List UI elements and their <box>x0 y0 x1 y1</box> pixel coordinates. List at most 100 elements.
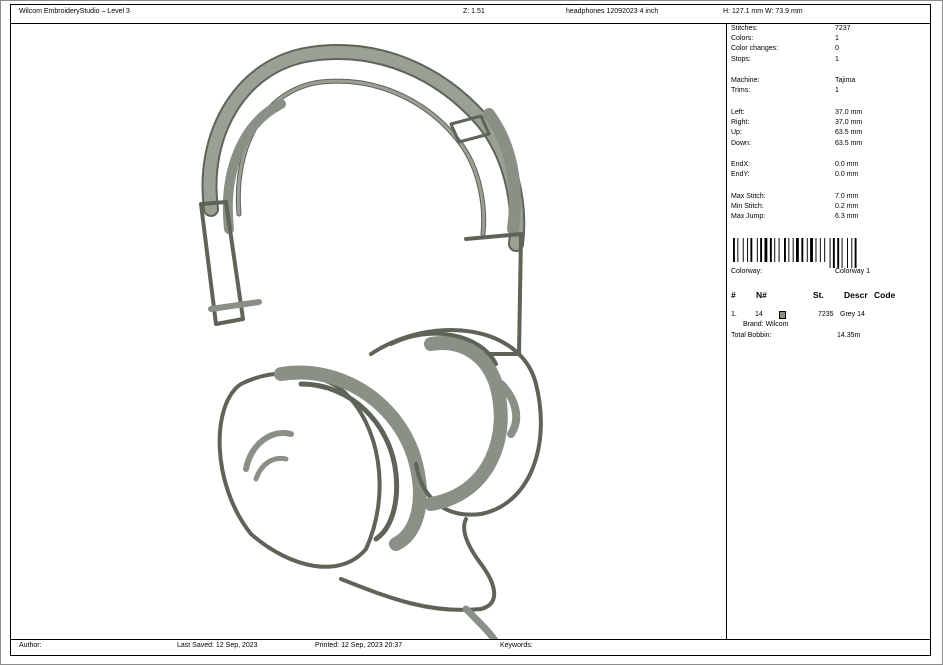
barcode <box>733 238 857 268</box>
left-swirl-2 <box>253 455 289 482</box>
barcode-bar <box>756 238 758 262</box>
info-row: Machine: Tajima <box>731 77 926 87</box>
barcode-bar <box>778 238 780 262</box>
barcode-bar <box>747 238 749 262</box>
info-row-label: Stitches: <box>731 25 758 32</box>
info-row-value: Tajima <box>835 77 856 84</box>
info-row-value: 1 <box>835 87 839 94</box>
color-row-descr: Grey 14 <box>840 311 865 318</box>
info-row-label: Machine: <box>731 77 760 84</box>
footer-printed: Printed: 12 Sep, 2023 20:37 <box>315 642 403 649</box>
info-row: Max Stitch: 7.0 mm <box>731 193 926 203</box>
col-header-stitches: St. <box>813 290 824 300</box>
info-row-value: 0.0 mm <box>835 161 859 168</box>
color-row-index: 1. <box>731 311 737 318</box>
footer-keywords: Keywords: <box>500 642 533 649</box>
barcode-bar <box>750 238 753 262</box>
footer-author: Author: <box>19 642 42 649</box>
info-row-value: 37.0 mm <box>835 119 863 126</box>
headphones-embroidery <box>199 44 543 639</box>
info-row-label: Min Stitch: <box>731 203 764 210</box>
info-row: Right: 37.0 mm <box>731 119 926 129</box>
barcode-bar <box>851 238 853 268</box>
info-row-value: 6.3 mm <box>835 213 859 220</box>
barcode-bar <box>774 238 776 262</box>
info-row-label: Left: <box>731 109 745 116</box>
info-row: Colors: 1 <box>731 35 926 45</box>
info-row-value: 1 <box>835 35 839 42</box>
barcode-bar <box>784 238 786 262</box>
barcode-bar <box>792 238 794 262</box>
design-name: headphones 12092023 4 inch <box>566 8 659 15</box>
design-dimensions: H: 127.1 mm W: 73.9 mm <box>723 8 803 15</box>
color-row-brand: Brand: Wilcom <box>743 321 789 328</box>
total-bobbin-label: Total Bobbin: <box>731 332 772 339</box>
barcode-bar <box>796 238 799 262</box>
col-header-needle: N# <box>756 290 767 300</box>
barcode-bar <box>764 238 768 262</box>
cable-plug <box>462 605 499 639</box>
colorway-value: Colorway 1 <box>835 268 871 275</box>
total-bobbin-value: 14.35m <box>837 332 861 339</box>
color-swatch <box>779 311 786 319</box>
barcode-bar <box>788 238 790 262</box>
zoom-level: Z: 1.51 <box>463 8 485 15</box>
barcode-bar <box>837 238 840 268</box>
info-row-value: 63.5 mm <box>835 129 863 136</box>
col-header-code: Code <box>874 290 896 300</box>
print-preview-sheet: Wilcom EmbroideryStudio – Level 3 Z: 1.5… <box>10 4 931 656</box>
info-row-value: 63.5 mm <box>835 140 863 147</box>
barcode-bar <box>841 238 843 268</box>
info-row-value: 7.0 mm <box>835 193 859 200</box>
pad-band <box>222 99 286 234</box>
info-row: Up: 63.5 mm <box>731 129 926 139</box>
info-row: Min Stitch: 0.2 mm <box>731 203 926 213</box>
design-preview <box>11 24 726 639</box>
barcode-bar <box>769 238 772 262</box>
colorway-label: Colorway: <box>731 268 763 275</box>
barcode-bar <box>760 238 763 262</box>
info-row: EndX: 0.0 mm <box>731 161 926 171</box>
info-row-label: Stops: <box>731 56 751 63</box>
info-row: Trims: 1 <box>731 87 926 97</box>
barcode-bar <box>810 238 813 262</box>
info-row: Stitches: 7237 <box>731 25 926 35</box>
info-row-label: Max Stitch: <box>731 193 766 200</box>
col-header-num: # <box>731 290 736 300</box>
info-row-value: 0 <box>835 45 839 52</box>
barcode-bar <box>819 238 821 262</box>
info-row-value: 0.2 mm <box>835 203 859 210</box>
info-row: EndY: 0.0 mm <box>731 171 926 181</box>
color-row-stitches: 7235 <box>818 311 834 318</box>
info-row-value: 1 <box>835 56 839 63</box>
info-row-label: EndX: <box>731 161 751 168</box>
info-row-label: Color changes: <box>731 45 779 52</box>
color-row-needle: 14 <box>755 311 763 318</box>
barcode-bar <box>733 238 735 262</box>
barcode-bar <box>847 238 848 268</box>
info-row-label: Max Jump: <box>731 213 766 220</box>
barcode-bar <box>824 238 826 262</box>
barcode-bar <box>801 238 804 262</box>
barcode-bar <box>737 238 739 262</box>
info-row-label: Down: <box>731 140 751 147</box>
info-row-value: 37.0 mm <box>835 109 863 116</box>
info-row: Down: 63.5 mm <box>731 140 926 150</box>
info-row-label: Up: <box>731 129 742 136</box>
barcode-bar <box>854 238 857 268</box>
barcode-bar <box>742 238 744 262</box>
right-earcup-rim <box>424 336 508 511</box>
info-row-label: Trims: <box>731 87 751 94</box>
barcode-bar <box>806 238 808 262</box>
col-header-descr: Descr <box>844 290 868 300</box>
info-row: Left: 37.0 mm <box>731 109 926 119</box>
info-row: Color changes: 0 <box>731 45 926 55</box>
footer-divider <box>11 639 930 640</box>
app-title: Wilcom EmbroideryStudio – Level 3 <box>19 8 130 15</box>
footer-last-saved: Last Saved: 12 Sep, 2023 <box>177 642 258 649</box>
info-row: Stops: 1 <box>731 56 926 66</box>
panel-divider <box>726 23 727 639</box>
info-row-value: 0.0 mm <box>835 171 859 178</box>
barcode-bar <box>815 238 817 262</box>
barcode-bar <box>832 238 835 268</box>
